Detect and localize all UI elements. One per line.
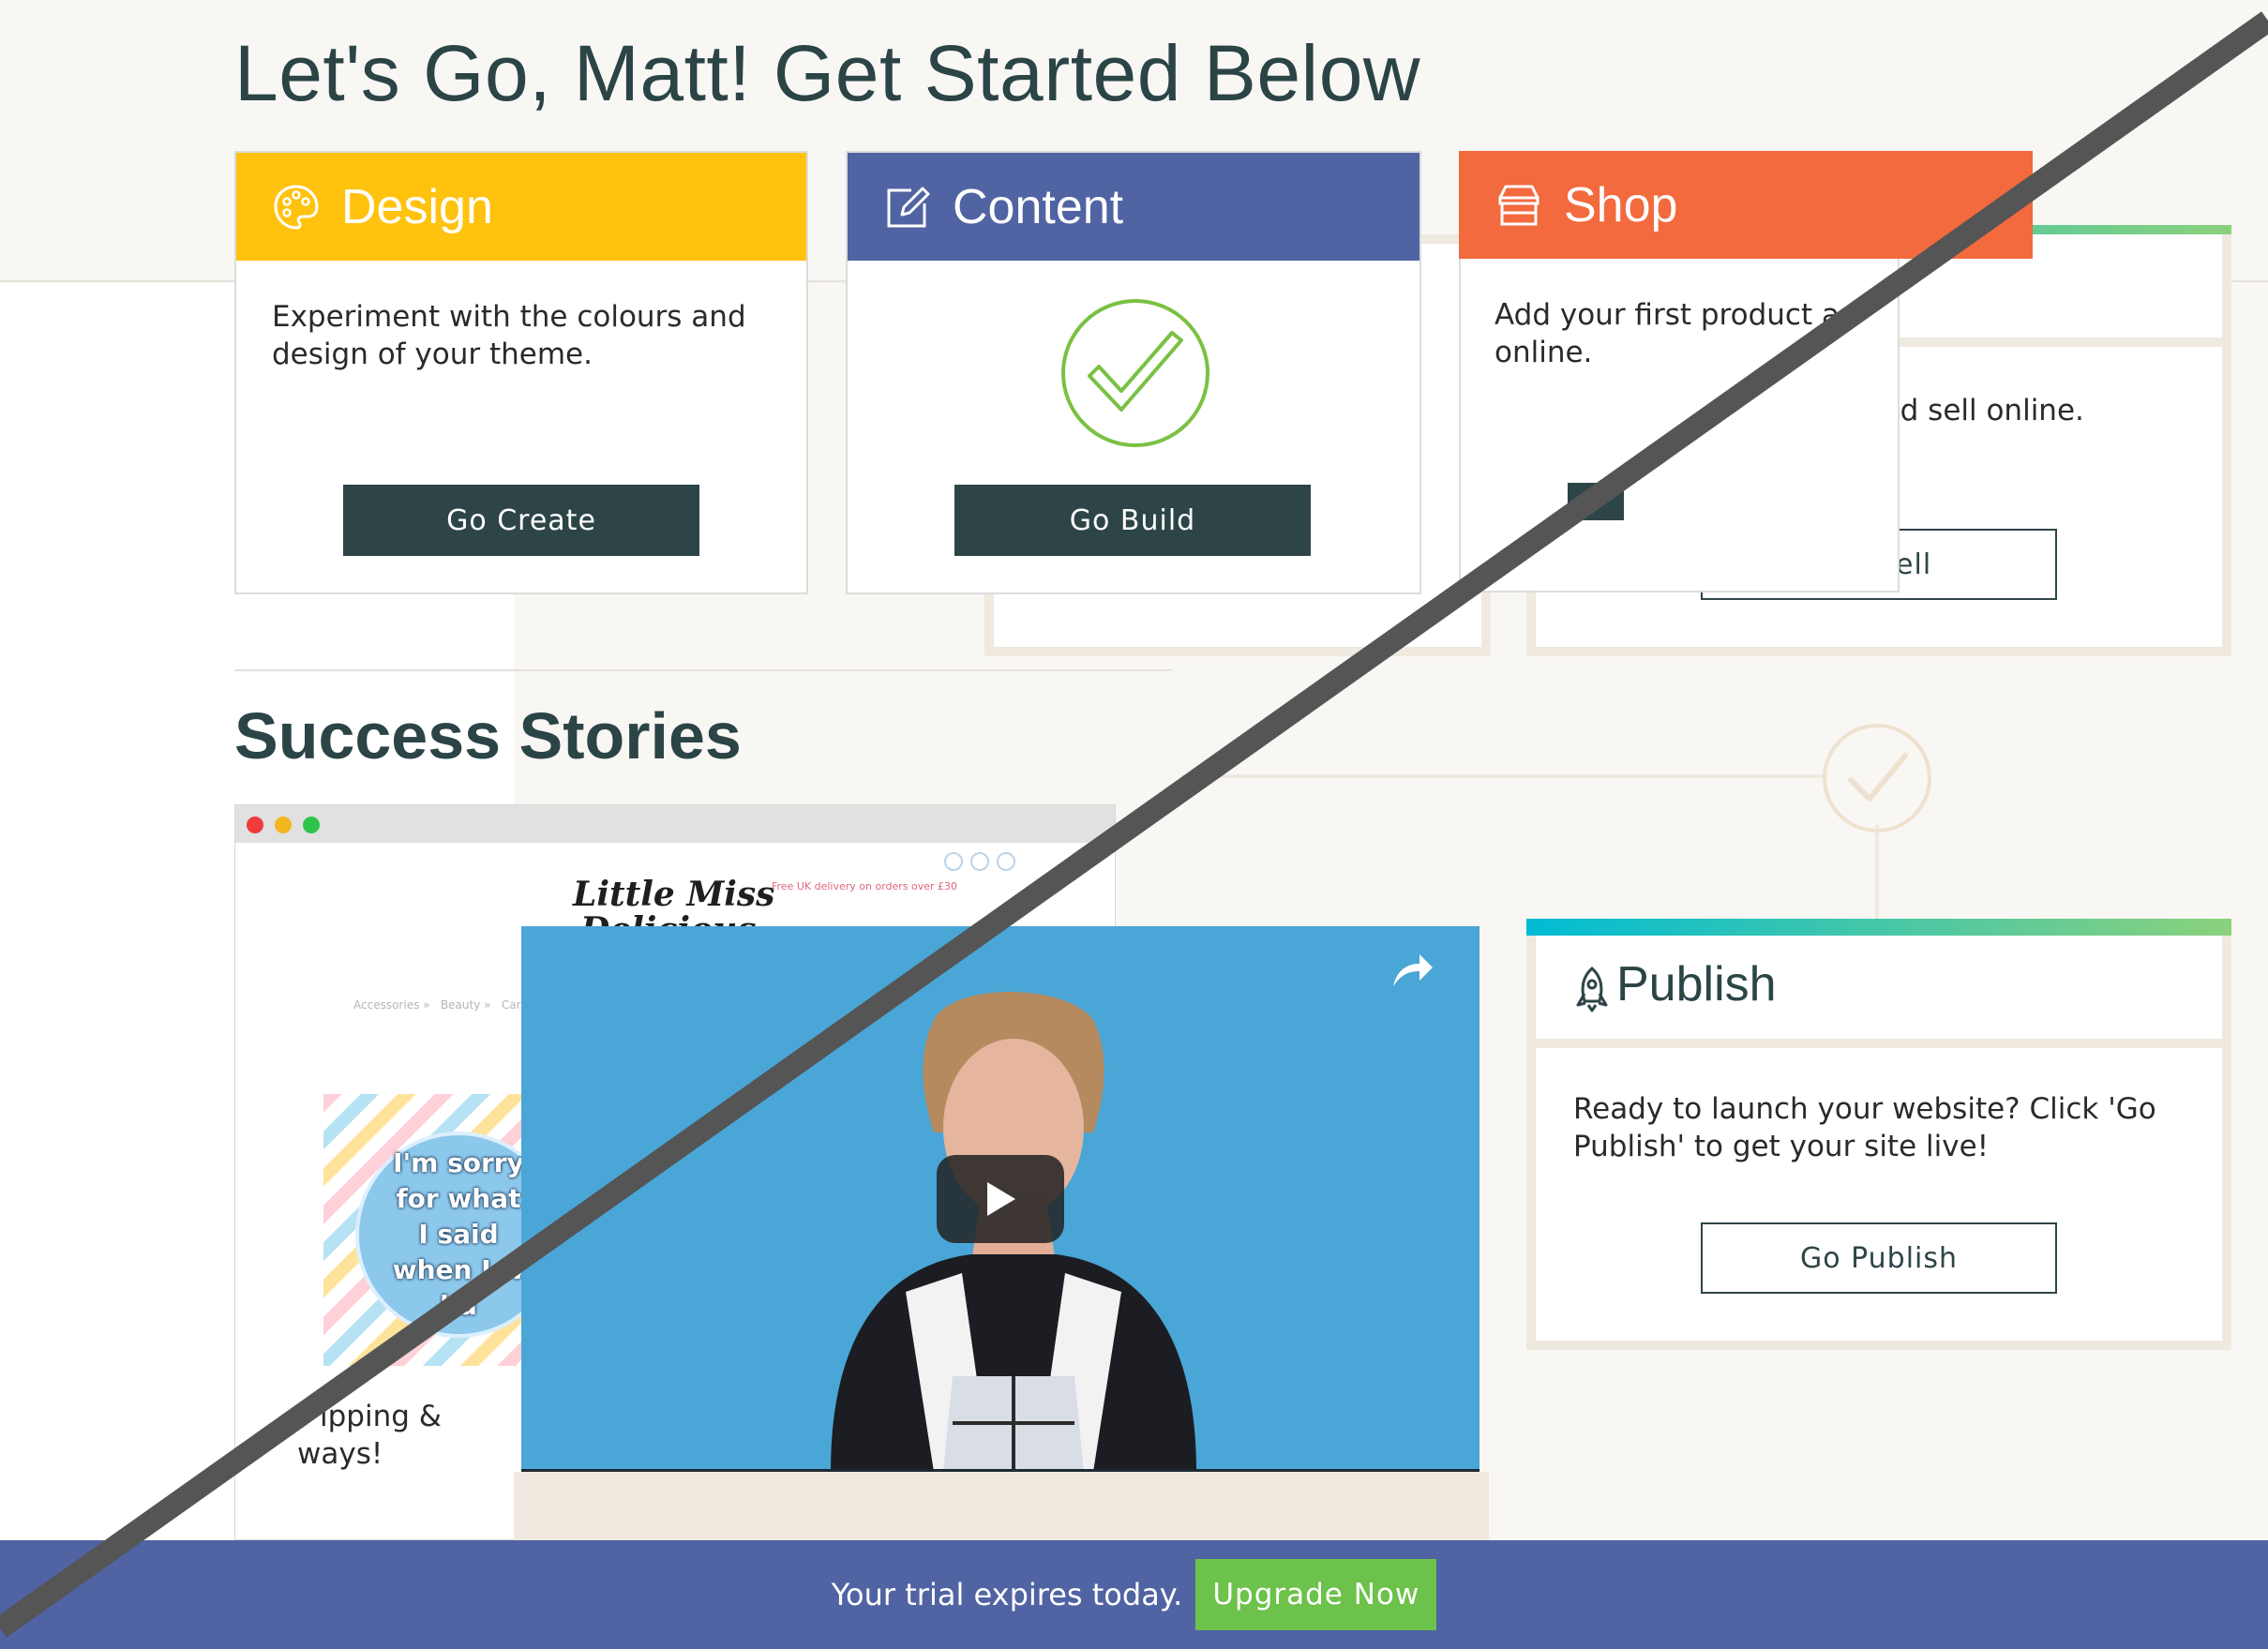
site-logo-line1: Little Miss [573,875,775,914]
site-header-icons [944,852,1015,871]
site-promo: Free UK delivery on orders over £30 [772,880,958,892]
window-minimize-dot [275,817,292,833]
browser-titlebar [235,805,1115,843]
page-title: Let's Go, Matt! Get Started Below [234,29,1421,117]
site-caption-line1: ipping & [320,1400,442,1433]
card-shop: Shop Add your first product ar online. [1459,151,2033,594]
badge-line-2: for what [396,1183,521,1214]
timeline-connector-vertical [1875,825,1879,919]
card-shop-button-fragment[interactable] [1568,483,1624,520]
step-panel-publish: Publish Ready to launch your website? Cl… [1526,936,2231,1350]
trial-footer-bar: Your trial expires today. Upgrade Now [0,1540,2268,1649]
go-create-button[interactable]: Go Create [343,485,699,556]
share-icon[interactable] [1389,951,1436,990]
publish-title: Publish [1616,957,1777,1012]
badge-line-5: hu [440,1290,477,1321]
rocket-icon [1576,966,1608,1012]
card-content: Content Go Build [846,151,1421,594]
badge-line-3: I said [418,1219,499,1250]
card-content-header: Content [848,153,1419,261]
palette-icon [274,184,319,230]
badge-line-4: when I w [392,1254,525,1285]
step-panel-publish-divider [1536,1039,2222,1048]
trial-expiry-text: Your trial expires today. [831,1577,1183,1612]
card-shop-label: Shop [1564,177,1678,232]
card-design-text: Experiment with the colours and design o… [272,300,746,371]
card-content-label: Content [953,179,1124,234]
card-design-label: Design [341,179,493,234]
video-player[interactable] [521,926,1479,1472]
window-close-dot [247,817,263,833]
site-caption: ipping & ways! [265,1398,442,1473]
site-cart-icon [997,852,1015,871]
card-design-header: Design [236,153,806,261]
shop-icon [1498,185,1540,225]
edit-icon [887,187,930,227]
section-divider [234,669,1172,671]
check-circle-icon [1061,299,1209,447]
card-design: Design Experiment with the colours and d… [234,151,808,594]
play-icon [987,1182,1015,1216]
site-account-icon [970,852,989,871]
site-caption-line2: ways! [297,1437,383,1471]
success-stories-title: Success Stories [234,699,742,772]
timeline-connector [1181,774,1823,778]
badge-line-1: I'm sorry [393,1147,524,1178]
publish-text: Ready to launch your website? Click 'Go … [1573,1092,2156,1163]
video-base [514,1472,1489,1540]
site-search-icon [944,852,963,871]
play-button[interactable] [937,1155,1064,1243]
card-shop-header: Shop [1459,151,2033,259]
upgrade-now-button[interactable]: Upgrade Now [1195,1559,1437,1630]
card-shop-text: Add your first product ar online. [1494,298,1852,369]
publish-accent-strip [1526,919,2231,936]
window-maximize-dot [303,817,320,833]
faded-check-icon [1823,724,1931,832]
go-build-button[interactable]: Go Build [954,485,1311,556]
go-publish-button[interactable]: Go Publish [1701,1222,2057,1294]
